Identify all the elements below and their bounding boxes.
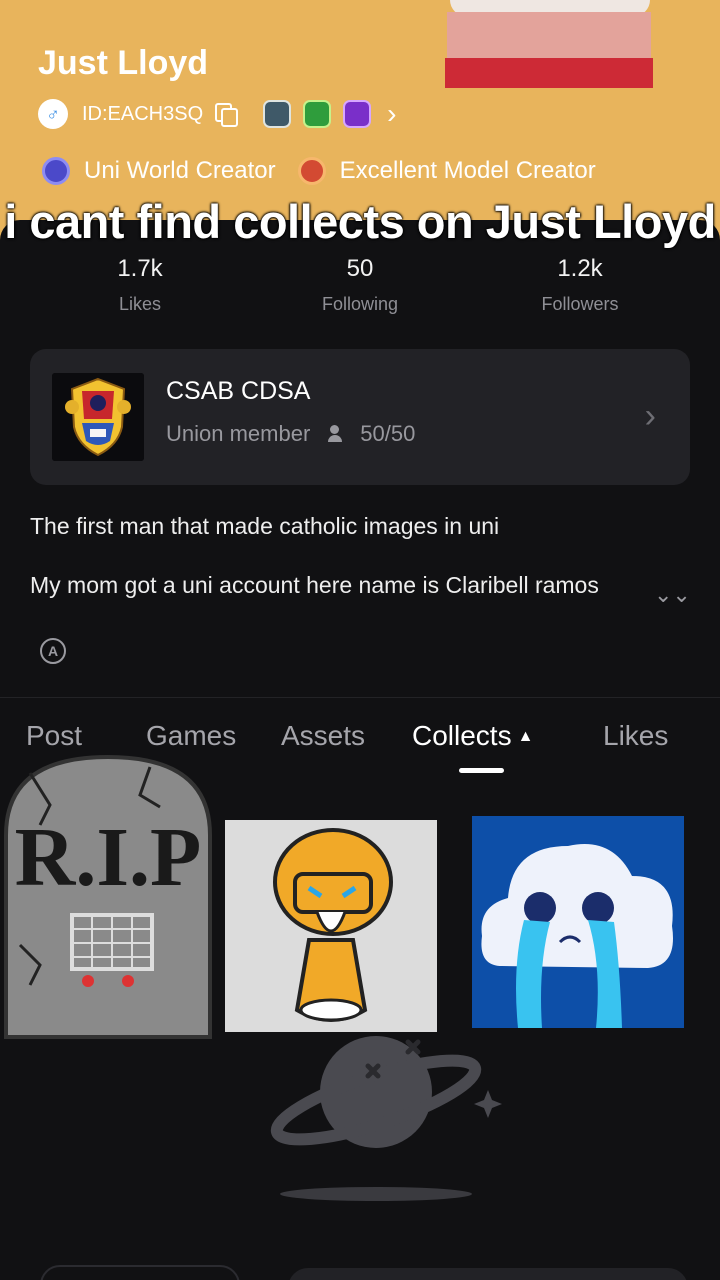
union-card[interactable]: CSAB CDSA Union member 50/50 › [30, 349, 690, 485]
union-member-count: 50/50 [360, 421, 416, 446]
union-meta: Union member 50/50 [166, 421, 415, 447]
translate-icon[interactable]: A [40, 638, 66, 664]
male-gender-icon: ♂ [38, 99, 68, 129]
bio-line: My mom got a uni account here name is Cl… [30, 572, 599, 598]
collect-item-crying-cloud[interactable] [472, 816, 684, 1028]
profile-username: Just Lloyd [38, 44, 209, 82]
collect-item-orange-character[interactable] [225, 820, 437, 1032]
creator-titles: Uni World Creator Excellent Model Creato… [42, 155, 596, 187]
excellent-model-creator-icon [297, 157, 326, 185]
likes-count: 1.7k [117, 255, 163, 282]
collect-item-rip-sticker[interactable]: R.I.P [0, 745, 222, 1045]
expand-bio-icon[interactable]: ⌄⌄ [654, 584, 691, 606]
achievement-badge-icon[interactable] [303, 100, 332, 128]
active-tab-indicator [459, 768, 504, 773]
achievement-badge-icon[interactable] [263, 100, 292, 128]
bio-line: The first man that made catholic images … [30, 513, 500, 539]
following-count: 50 [346, 255, 374, 282]
rip-sticker-text: R.I.P [15, 811, 202, 904]
bottom-action-button[interactable] [40, 1265, 240, 1280]
user-id: ID:EACH3SQ [82, 102, 204, 125]
chevron-right-icon: › [644, 397, 656, 435]
tab-collects-label: Collects [412, 720, 512, 751]
avatar-figure [445, 0, 655, 90]
caret-up-icon: ▲ [517, 728, 534, 745]
tab-collects[interactable]: Collects ▲ [412, 720, 533, 752]
id-row: ♂ ID:EACH3SQ › [38, 98, 396, 130]
union-logo [52, 373, 144, 461]
likes-label: Likes [118, 294, 162, 314]
badges-chevron-icon[interactable]: › [387, 100, 396, 128]
empty-planet-icon [268, 1030, 508, 1210]
divider [0, 697, 720, 698]
members-icon [328, 425, 352, 443]
achievement-badge-icon[interactable] [343, 100, 372, 128]
creator-title[interactable]: Uni World Creator [84, 157, 276, 185]
copy-icon[interactable] [215, 103, 239, 127]
creator-title[interactable]: Excellent Model Creator [340, 157, 596, 185]
stat-followers[interactable]: 1.2k Followers [500, 255, 660, 315]
uni-world-creator-icon [42, 157, 70, 185]
bottom-action-button[interactable] [288, 1268, 688, 1280]
tab-assets[interactable]: Assets [281, 720, 365, 752]
following-label: Following [321, 294, 399, 314]
video-caption-overlay: i cant find collects on Just Lloyd [4, 195, 716, 248]
tab-likes[interactable]: Likes [603, 720, 668, 752]
stat-likes[interactable]: 1.7k Likes [60, 255, 220, 315]
followers-label: Followers [541, 294, 619, 314]
followers-count: 1.2k [557, 255, 603, 282]
stat-following[interactable]: 50 Following [280, 255, 440, 315]
union-name: CSAB CDSA [166, 377, 311, 405]
union-role: Union member [166, 421, 311, 446]
